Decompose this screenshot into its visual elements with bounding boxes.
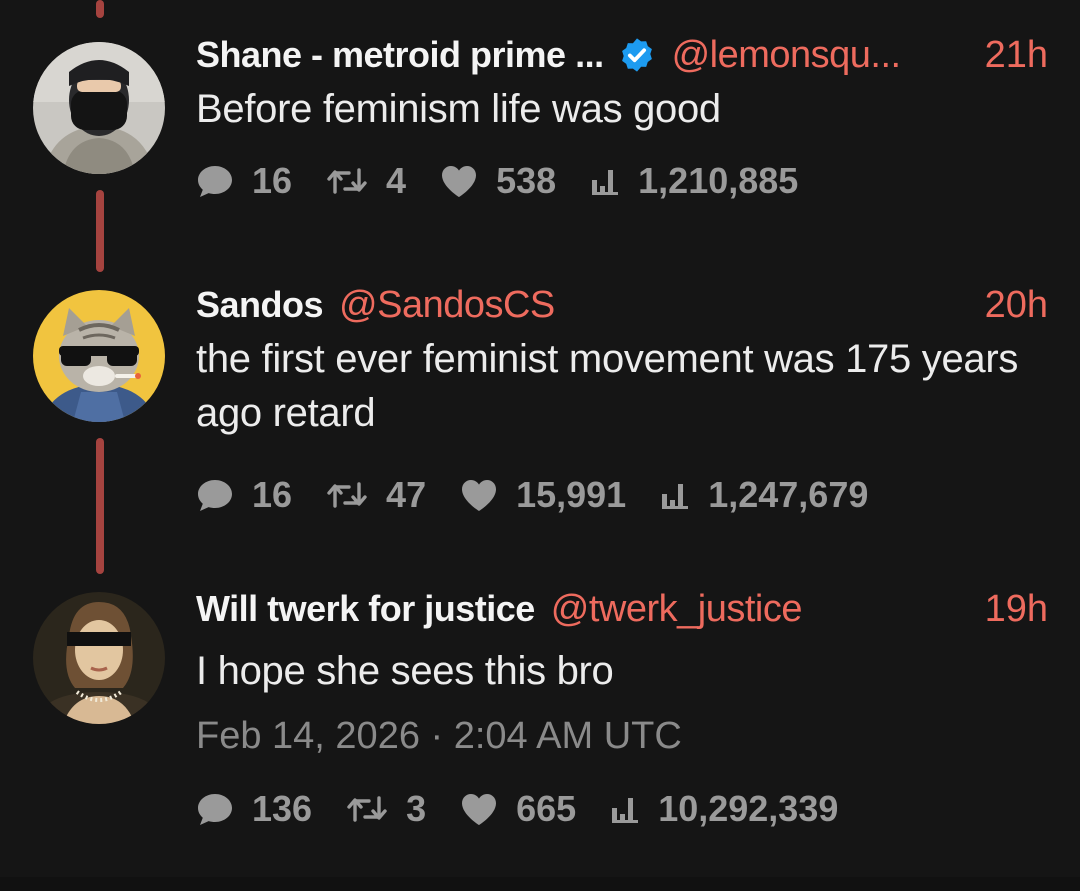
view-count: 1,210,885 <box>638 160 799 201</box>
retweet-count: 3 <box>406 788 427 829</box>
avatar[interactable] <box>33 290 165 422</box>
display-name[interactable]: Shane - metroid prime ... <box>196 34 604 76</box>
heart-icon <box>462 794 497 825</box>
like-count: 665 <box>516 788 577 829</box>
avatar[interactable] <box>33 592 165 724</box>
retweet-count: 47 <box>386 474 427 515</box>
tweet-stats: 16 47 15,991 1,247,679 <box>196 470 1048 520</box>
timestamp[interactable]: 20h <box>985 284 1048 327</box>
tweet-text: Before feminism life was good <box>196 87 721 131</box>
retweet-arrows-icon <box>347 796 387 822</box>
tweet-date[interactable]: Feb 14, 2026 · 2:04 AM UTC <box>196 708 1048 764</box>
thread-line <box>96 0 104 18</box>
display-name[interactable]: Sandos <box>196 284 324 326</box>
timestamp[interactable]: 19h <box>985 588 1048 631</box>
avatar-image <box>33 592 165 724</box>
reply-count: 16 <box>252 474 293 515</box>
like-count: 15,991 <box>516 474 627 515</box>
retweet-button[interactable]: 4 <box>326 160 406 202</box>
tweet-header: Sandos @SandosCS 20h <box>196 282 1048 328</box>
retweet-arrows-icon <box>327 482 367 508</box>
bar-chart-icon <box>612 798 639 823</box>
like-button[interactable]: 538 <box>440 160 556 202</box>
display-name[interactable]: Will twerk for justice <box>196 588 535 630</box>
tweet-stats: 16 4 538 1,210,885 <box>196 156 1048 206</box>
reply-thread: Shane - metroid prime ... @lemonsqu... 2… <box>0 0 1080 891</box>
tweet[interactable]: Will twerk for justice @twerk_justice 19… <box>196 586 1048 834</box>
heart-icon <box>442 166 477 197</box>
avatar-image <box>33 290 165 422</box>
view-count: 10,292,339 <box>658 788 839 829</box>
tweet[interactable]: Sandos @SandosCS 20h the first ever femi… <box>196 282 1048 520</box>
timestamp[interactable]: 21h <box>985 34 1048 77</box>
retweet-count: 4 <box>386 160 407 201</box>
reply-button[interactable]: 16 <box>196 474 292 516</box>
user-handle[interactable]: @lemonsqu... <box>672 34 902 77</box>
tweet-stats: 136 3 665 10,292,339 <box>196 784 1048 834</box>
user-handle[interactable]: @SandosCS <box>339 284 555 327</box>
bottom-edge <box>0 877 1080 891</box>
like-count: 538 <box>496 160 557 201</box>
like-button[interactable]: 665 <box>460 788 576 830</box>
tweet[interactable]: Shane - metroid prime ... @lemonsqu... 2… <box>196 32 1048 206</box>
retweet-button[interactable]: 47 <box>326 474 426 516</box>
tweet-header: Shane - metroid prime ... @lemonsqu... 2… <box>196 32 1048 78</box>
avatar-image <box>33 42 165 174</box>
avatar[interactable] <box>33 42 165 174</box>
user-handle[interactable]: @twerk_justice <box>551 588 803 631</box>
thread-line <box>96 438 104 574</box>
speech-bubble-icon <box>198 480 232 511</box>
bar-chart-icon <box>662 484 689 509</box>
bar-chart-icon <box>592 170 619 195</box>
reply-count: 16 <box>252 160 293 201</box>
speech-bubble-icon <box>198 794 232 825</box>
tweet-header: Will twerk for justice @twerk_justice 19… <box>196 586 1048 632</box>
like-button[interactable]: 15,991 <box>460 474 626 516</box>
thread-line <box>96 190 104 272</box>
view-count: 1,247,679 <box>708 474 869 515</box>
speech-bubble-icon <box>198 166 232 197</box>
views-button[interactable]: 1,247,679 <box>660 474 868 516</box>
reply-button[interactable]: 16 <box>196 160 292 202</box>
reply-count: 136 <box>252 788 313 829</box>
verified-badge-icon <box>618 36 656 74</box>
heart-icon <box>462 480 497 511</box>
tweet-text: the first ever feminist movement was 175… <box>196 337 1019 435</box>
views-button[interactable]: 10,292,339 <box>610 788 838 830</box>
retweet-arrows-icon <box>327 168 367 194</box>
retweet-button[interactable]: 3 <box>346 788 426 830</box>
tweet-text: I hope she sees this bro <box>196 649 614 693</box>
views-button[interactable]: 1,210,885 <box>590 160 798 202</box>
reply-button[interactable]: 136 <box>196 788 312 830</box>
